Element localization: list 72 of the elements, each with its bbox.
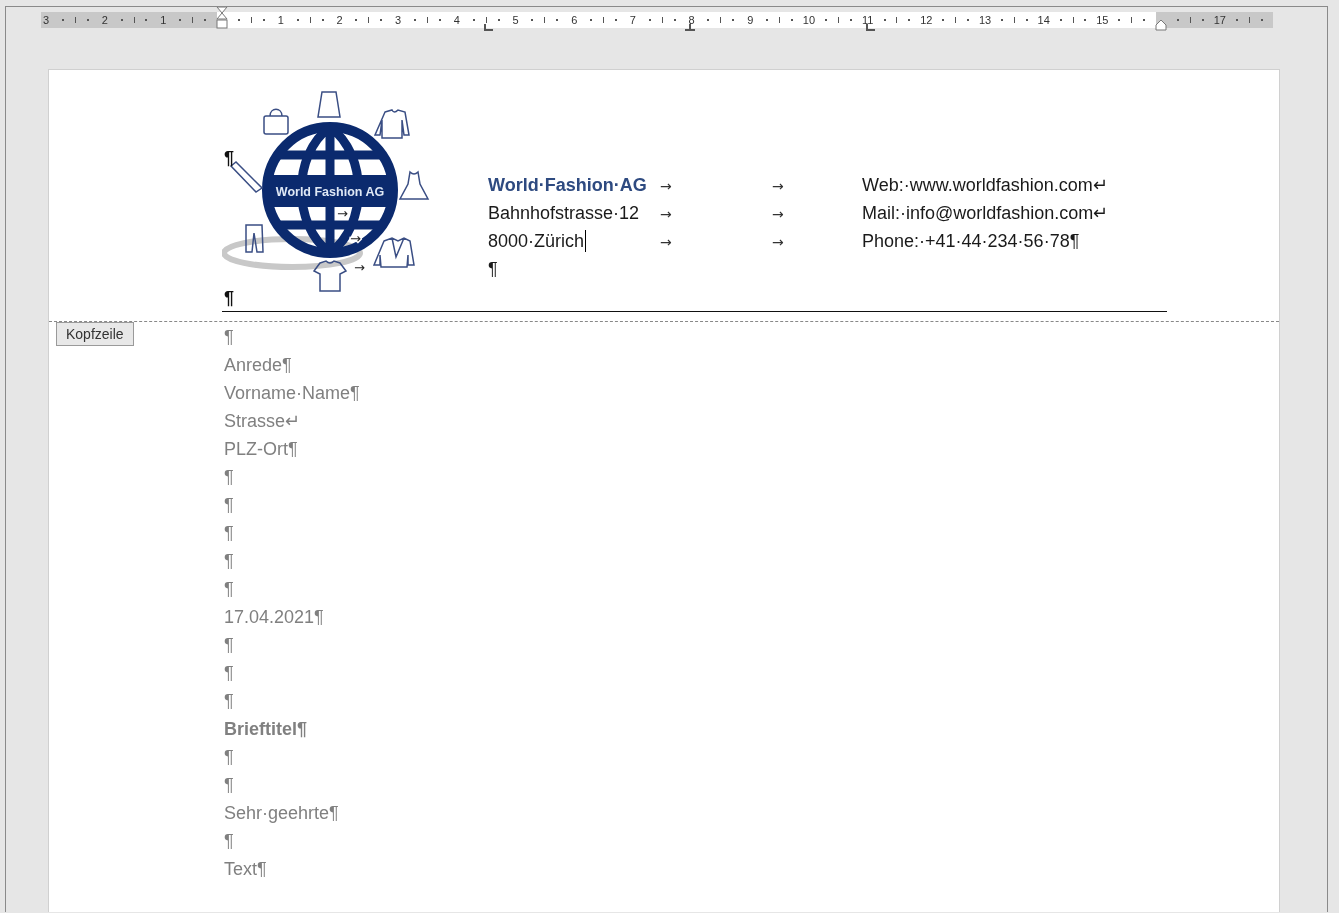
letter-line: ¶ <box>224 662 235 685</box>
letter-line: PLZ-Ort¶ <box>224 438 299 461</box>
dress-icon <box>399 171 429 200</box>
tab-mark: → <box>354 260 365 275</box>
ruler-number: 14 <box>1038 13 1049 28</box>
ruler-number: 10 <box>803 13 814 28</box>
letter-line: ¶ <box>224 578 235 601</box>
ruler-number: 13 <box>980 13 990 28</box>
ruler-number: 7 <box>628 13 637 28</box>
ruler-number: 2 <box>335 13 344 28</box>
letter-line: Text¶ <box>224 858 268 881</box>
letter-line: ¶ <box>224 466 235 489</box>
ruler-number: 1 <box>276 13 285 28</box>
tab-mark: → <box>660 177 672 194</box>
tab-mark: → <box>772 177 784 194</box>
ruler-number: 15 <box>1097 13 1108 28</box>
contact-line: Phone:·+41·44·234·56·78¶ <box>862 230 1080 252</box>
company-name: World·Fashion·AG <box>488 174 647 196</box>
letter-line: ¶ <box>224 746 235 769</box>
right-indent-icon[interactable] <box>1155 18 1168 31</box>
pants-icon <box>245 224 264 253</box>
t-shirt-icon <box>313 260 347 292</box>
jacket-icon <box>373 237 415 268</box>
contact-line: Web:·www.worldfashion.com↵ <box>862 174 1108 196</box>
ruler-number: 17 <box>1214 13 1225 28</box>
tab-stop-icon[interactable] <box>483 24 495 32</box>
sweater-icon <box>374 109 410 139</box>
ruler-number: 11 <box>862 13 873 28</box>
ruler-number: 8 <box>687 13 696 28</box>
paragraph-mark: ¶ <box>224 147 234 169</box>
letter-line: ¶ <box>224 690 235 713</box>
letter-line: ¶ <box>224 550 235 573</box>
logo-text: World Fashion AG <box>275 185 385 199</box>
globe-icon <box>262 122 398 258</box>
tab-mark: → <box>772 233 784 250</box>
header-label: Kopfzeile <box>56 322 134 346</box>
letter-line: ¶ <box>224 326 235 349</box>
tab-stop-icon[interactable] <box>685 24 697 32</box>
letter-line: ¶ <box>224 634 235 657</box>
ruler-number: 2 <box>100 13 109 28</box>
letter-line: Sehr·geehrte¶ <box>224 802 340 825</box>
address-line: Bahnhofstrasse·12 <box>488 202 640 224</box>
tab-mark: → <box>660 233 672 250</box>
contact-line: Mail:·info@worldfashion.com↵ <box>862 202 1109 224</box>
address-line: ¶ <box>488 258 498 280</box>
letter-line: ¶ <box>224 494 235 517</box>
ruler-number: 9 <box>746 13 755 28</box>
letter-line: Strasse↵ <box>224 410 302 433</box>
letter-line: Anrede¶ <box>224 354 293 377</box>
letter-line: ¶ <box>224 830 235 853</box>
tab-mark: → <box>350 231 361 246</box>
letter-title: Brieftitel¶ <box>224 718 309 741</box>
tab-mark: → <box>772 205 784 222</box>
letter-line: Vorname·Name¶ <box>224 382 361 405</box>
ruler-number: 5 <box>511 13 520 28</box>
ruler-number: 3 <box>394 13 403 28</box>
skirt-icon <box>317 91 341 118</box>
tab-mark: → <box>660 205 672 222</box>
tab-stop-icon[interactable] <box>865 24 877 32</box>
ruler-number: 3 <box>41 13 51 28</box>
ruler-number: 4 <box>452 13 461 28</box>
letter-line: 17.04.2021¶ <box>224 606 325 629</box>
letter-line: ¶ <box>224 774 235 797</box>
ruler-number: 12 <box>921 13 932 28</box>
ruler-number: 1 <box>159 13 168 28</box>
address-line: 8000·Zürich <box>488 230 585 252</box>
tab-mark: → <box>337 206 348 221</box>
letter-line: ¶ <box>224 522 235 545</box>
bag-icon <box>263 108 289 135</box>
ruler-number: 6 <box>570 13 579 28</box>
indent-marker-icon[interactable] <box>216 7 229 29</box>
paragraph-mark: ¶ <box>224 287 235 309</box>
